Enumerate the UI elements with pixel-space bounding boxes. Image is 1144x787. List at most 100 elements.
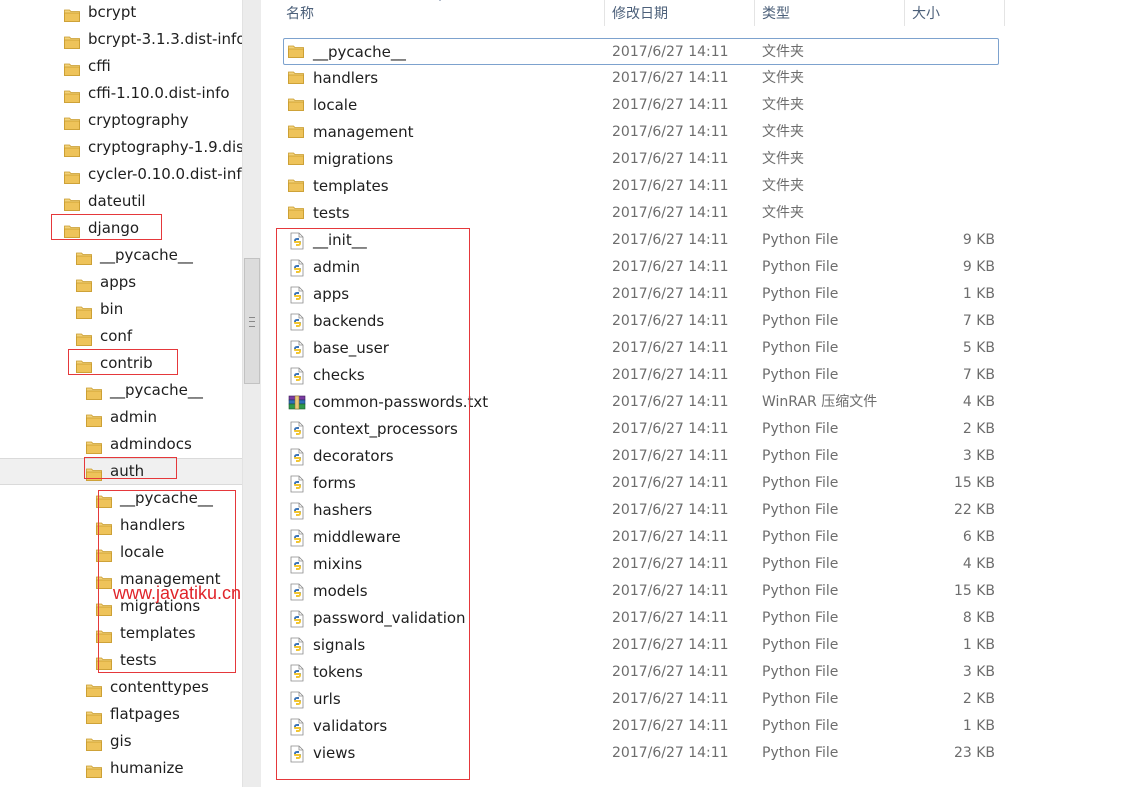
annotation-box-django	[51, 214, 162, 240]
file-type: Python File	[762, 475, 839, 491]
file-size	[912, 119, 995, 146]
navigation-scrollbar[interactable]	[242, 0, 261, 787]
column-header-date[interactable]: 修改日期	[612, 0, 668, 28]
file-type: Python File	[762, 313, 839, 329]
file-size: 7 KB	[962, 313, 995, 329]
file-date: 2017/6/27 14:11	[612, 313, 729, 329]
tree-item-label: conf	[100, 327, 133, 345]
file-type: Python File	[762, 529, 839, 545]
tree-item-label: dateutil	[88, 192, 146, 210]
file-type: Python File	[762, 286, 839, 302]
file-date: 2017/6/27 14:11	[612, 610, 729, 626]
tree-item-label: cycler-0.10.0.dist-info	[88, 165, 242, 183]
tree-item-label: gis	[110, 732, 132, 750]
column-divider[interactable]	[604, 0, 605, 26]
column-divider[interactable]	[754, 0, 755, 26]
file-date: 2017/6/27 14:11	[612, 367, 729, 383]
column-divider[interactable]	[904, 0, 905, 26]
folder-icon	[76, 329, 92, 346]
tree-item-label: admindocs	[110, 435, 192, 453]
file-size: 4 KB	[962, 556, 995, 572]
file-size: 1 KB	[962, 718, 995, 734]
file-type: Python File	[762, 232, 839, 248]
file-type: 文件夹	[762, 205, 804, 221]
file-row[interactable]: handlers 2017/6/27 14:11 文件夹	[262, 65, 1144, 92]
file-date: 2017/6/27 14:11	[612, 124, 729, 140]
folder-icon	[64, 59, 80, 76]
folder-icon	[288, 97, 306, 115]
scrollbar-grip-icon	[249, 317, 255, 327]
file-type: 文件夹	[762, 44, 804, 60]
file-date: 2017/6/27 14:11	[612, 637, 729, 653]
file-size	[912, 173, 995, 200]
folder-icon	[86, 383, 102, 400]
file-size: 15 KB	[953, 475, 995, 491]
file-size: 7 KB	[962, 367, 995, 383]
file-size: 4 KB	[962, 394, 995, 410]
file-type: Python File	[762, 421, 839, 437]
folder-icon	[76, 275, 92, 292]
scrollbar-thumb[interactable]	[244, 258, 260, 384]
annotation-box-auth-subfolders	[98, 490, 236, 673]
tree-item-label: humanize	[110, 759, 184, 777]
file-type: Python File	[762, 637, 839, 653]
file-row[interactable]: locale 2017/6/27 14:11 文件夹	[262, 92, 1144, 119]
file-date: 2017/6/27 14:11	[612, 529, 729, 545]
file-row[interactable]: templates 2017/6/27 14:11 文件夹	[262, 173, 1144, 200]
file-type: Python File	[762, 556, 839, 572]
file-size: 5 KB	[962, 340, 995, 356]
file-row-selected[interactable]: __pycache__ 2017/6/27 14:11 文件夹	[283, 38, 999, 65]
folder-icon	[288, 205, 306, 223]
watermark: www.javatiku.cn	[113, 583, 242, 603]
folder-icon	[64, 113, 80, 130]
tree-item-label: contenttypes	[110, 678, 209, 696]
file-size	[912, 92, 995, 119]
file-date: 2017/6/27 14:11	[612, 583, 729, 599]
file-name: management	[313, 123, 414, 141]
file-date: 2017/6/27 14:11	[612, 70, 729, 86]
folder-icon	[288, 151, 306, 169]
file-type: Python File	[762, 259, 839, 275]
file-type: 文件夹	[762, 124, 804, 140]
folder-icon	[86, 761, 102, 778]
sort-indicator-icon	[436, 0, 444, 1]
column-header-name[interactable]: 名称	[286, 0, 314, 28]
file-size: 3 KB	[962, 448, 995, 464]
tree-item-label: __pycache__	[100, 246, 193, 264]
file-type: Python File	[762, 448, 839, 464]
file-date: 2017/6/27 14:11	[612, 718, 729, 734]
file-type: 文件夹	[762, 70, 804, 86]
folder-icon	[86, 410, 102, 427]
file-size: 3 KB	[962, 664, 995, 680]
file-size: 1 KB	[962, 286, 995, 302]
file-name: tests	[313, 204, 350, 222]
file-size: 9 KB	[962, 259, 995, 275]
file-row[interactable]: migrations 2017/6/27 14:11 文件夹	[262, 146, 1144, 173]
tree-item-label: cffi-1.10.0.dist-info	[88, 84, 230, 102]
folder-icon	[76, 302, 92, 319]
annotation-box-contrib	[68, 349, 178, 375]
file-date: 2017/6/27 14:11	[612, 97, 729, 113]
column-divider[interactable]	[1004, 0, 1005, 26]
file-date: 2017/6/27 14:11	[612, 691, 729, 707]
file-date: 2017/6/27 14:11	[612, 421, 729, 437]
file-type: 文件夹	[762, 151, 804, 167]
file-size: 2 KB	[962, 421, 995, 437]
file-date: 2017/6/27 14:11	[612, 232, 729, 248]
tree-item-label: cryptography-1.9.dis	[88, 138, 242, 156]
column-header-size[interactable]: 大小	[912, 0, 940, 28]
file-row[interactable]: tests 2017/6/27 14:11 文件夹	[262, 200, 1144, 227]
file-date: 2017/6/27 14:11	[612, 151, 729, 167]
file-row[interactable]: management 2017/6/27 14:11 文件夹	[262, 119, 1144, 146]
file-size	[912, 39, 995, 66]
folder-icon	[86, 707, 102, 724]
column-header-bar: 名称 修改日期 类型 大小	[262, 0, 1144, 28]
file-date: 2017/6/27 14:11	[612, 205, 729, 221]
folder-icon	[288, 44, 306, 62]
file-date: 2017/6/27 14:11	[612, 178, 729, 194]
file-type: Python File	[762, 745, 839, 761]
tree-item-label: bcrypt-3.1.3.dist-info	[88, 30, 242, 48]
file-date: 2017/6/27 14:11	[612, 394, 729, 410]
tree-item-label: __pycache__	[110, 381, 203, 399]
column-header-type[interactable]: 类型	[762, 0, 790, 28]
